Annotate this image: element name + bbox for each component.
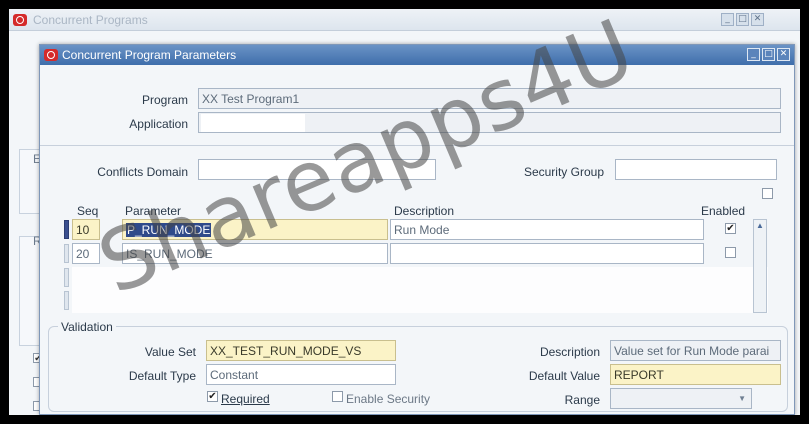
enabled-checkbox[interactable] <box>725 247 736 258</box>
scroll-up-icon[interactable]: ▲ <box>754 220 766 232</box>
program-label: Program <box>141 93 188 107</box>
close-icon[interactable]: ✕ <box>777 48 790 61</box>
seq-cell[interactable]: 20 <box>72 243 100 264</box>
row-indicator[interactable] <box>64 244 69 263</box>
chevron-down-icon[interactable]: ▼ <box>738 394 746 403</box>
oracle-icon <box>44 49 58 61</box>
minimize-icon[interactable]: _ <box>721 13 734 26</box>
value-set-field[interactable]: XX_TEST_RUN_MODE_VS <box>206 340 396 361</box>
row-indicator[interactable] <box>64 291 69 310</box>
parameters-window: Concurrent Program Parameters _ □ ✕ Prog… <box>39 44 795 415</box>
default-value-label: Default Value <box>528 369 600 383</box>
window-titlebar: Concurrent Program Parameters _ □ ✕ <box>40 45 794 65</box>
enabled-checkbox[interactable]: ✔ <box>725 223 736 234</box>
row-indicator[interactable] <box>64 220 69 239</box>
header-checkbox[interactable] <box>762 188 773 199</box>
enable-security-checkbox[interactable] <box>332 391 343 402</box>
divider <box>40 145 794 146</box>
parameter-value-selected: P_RUN_MODE <box>126 223 212 237</box>
security-group-field[interactable] <box>615 159 777 180</box>
table-scrollbar[interactable]: ▲ <box>753 219 767 313</box>
range-select[interactable]: ▼ <box>610 388 752 409</box>
column-header-enabled: Enabled <box>701 204 746 218</box>
conflicts-domain-label: Conflicts Domain <box>97 165 188 179</box>
default-type-label: Default Type <box>128 369 196 383</box>
column-header-seq: Seq <box>77 204 99 218</box>
application-label: Application <box>129 117 188 131</box>
application-field[interactable] <box>198 112 781 133</box>
back-window-titlebar: Concurrent Programs _ □ ✕ <box>9 9 800 31</box>
description-label: Description <box>539 345 600 359</box>
required-checkbox[interactable]: ✔ <box>207 391 218 402</box>
seq-cell[interactable]: 10 <box>72 219 100 240</box>
screen: Concurrent Programs _ □ ✕ E R ✔ Concurre… <box>9 9 800 415</box>
validation-title: Validation <box>58 320 116 334</box>
parameter-cell[interactable]: IS_RUN_MODE <box>122 243 388 264</box>
empty-rows-area[interactable] <box>72 267 768 313</box>
window-title: Concurrent Program Parameters <box>62 48 237 62</box>
default-value-field[interactable]: REPORT <box>610 364 781 385</box>
program-field[interactable]: XX Test Program1 <box>198 88 781 109</box>
description-cell[interactable]: Run Mode <box>390 219 704 240</box>
conflicts-domain-field[interactable] <box>198 159 436 180</box>
minimize-icon[interactable]: _ <box>747 48 760 61</box>
column-header-description: Description <box>394 204 455 218</box>
parameter-cell[interactable]: P_RUN_MODE <box>122 219 388 240</box>
row-indicator[interactable] <box>64 268 69 287</box>
application-value <box>201 114 305 132</box>
default-type-field[interactable]: Constant <box>206 364 396 385</box>
validation-description-field[interactable]: Value set for Run Mode parai <box>610 340 781 361</box>
close-icon[interactable]: ✕ <box>751 13 764 26</box>
range-label: Range <box>564 393 600 407</box>
maximize-icon[interactable]: □ <box>736 13 749 26</box>
maximize-icon[interactable]: □ <box>762 48 775 61</box>
security-group-label: Security Group <box>523 165 604 179</box>
oracle-icon <box>13 14 27 26</box>
value-set-label: Value Set <box>144 345 196 359</box>
enable-security-label: Enable Security <box>346 392 431 406</box>
required-label: Required <box>221 392 270 406</box>
back-window-title: Concurrent Programs <box>33 13 148 27</box>
column-header-parameter: Parameter <box>125 204 182 218</box>
description-cell[interactable] <box>390 243 704 264</box>
